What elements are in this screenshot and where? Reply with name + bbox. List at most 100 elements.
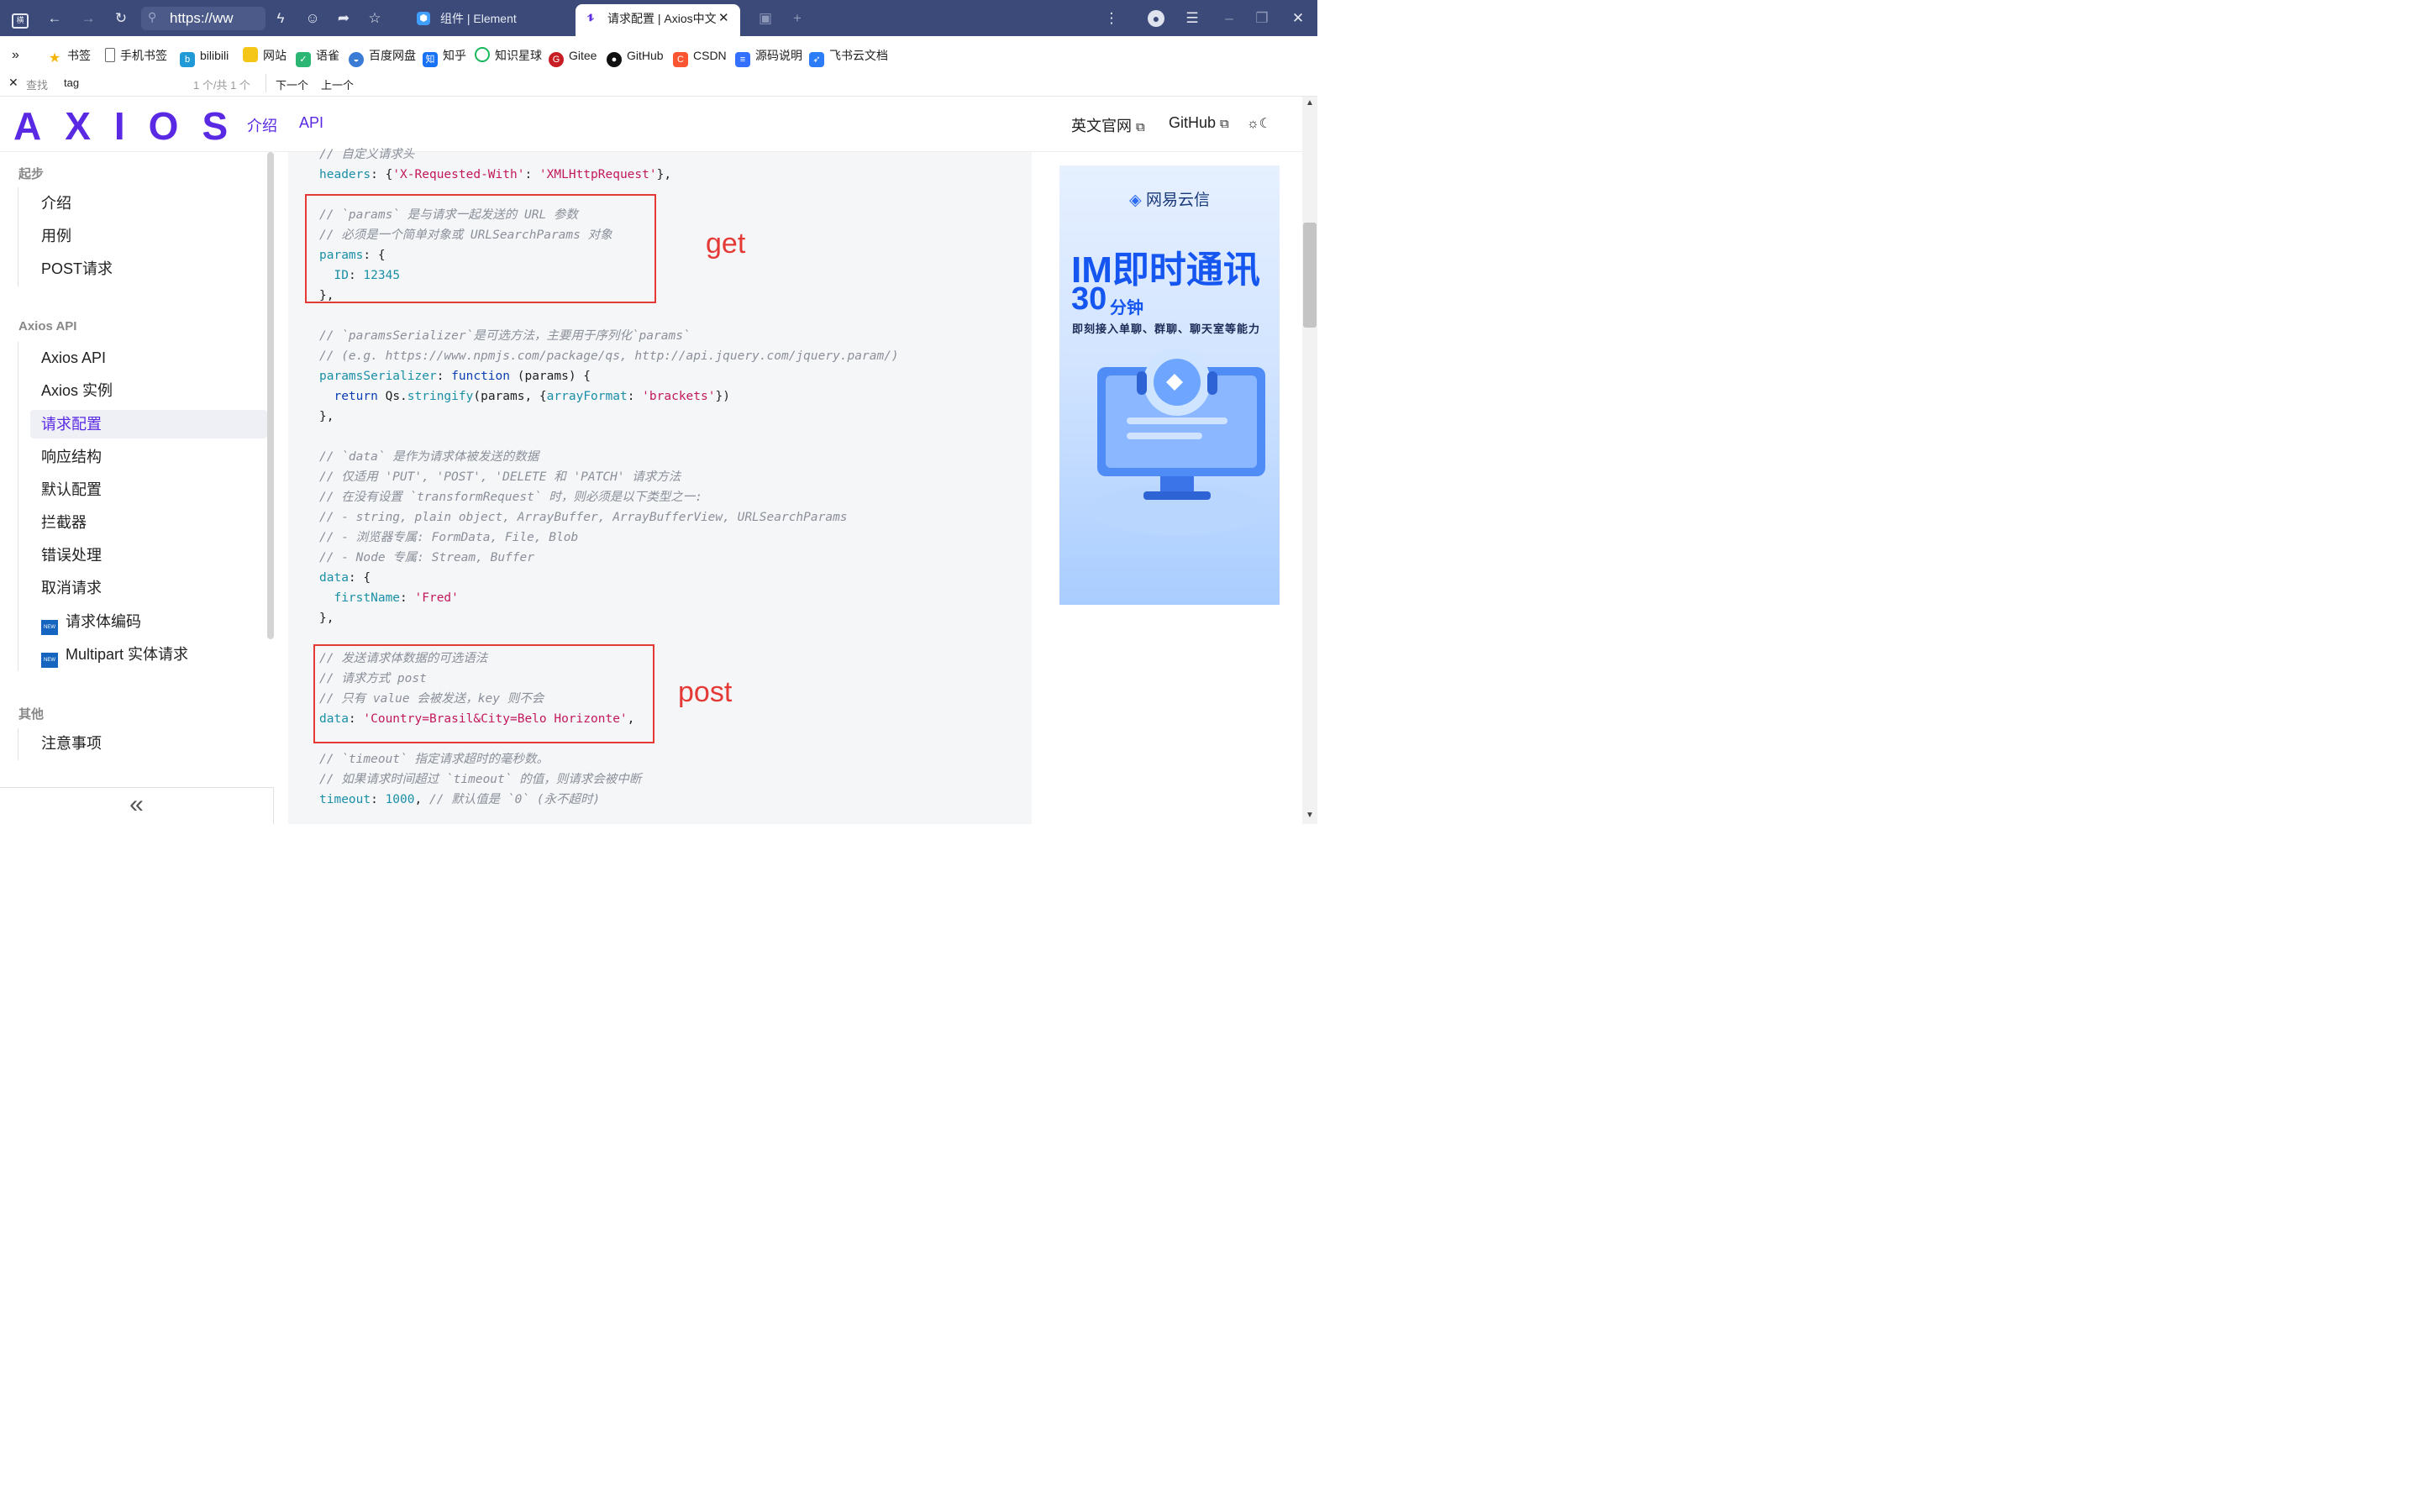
code-token: // 仅适用 'PUT', 'POST', 'DELETE 和 'PATCH' … <box>319 470 681 484</box>
minimize-icon[interactable]: – <box>1219 8 1239 29</box>
sidebar-item-notes[interactable]: 注意事项 <box>30 729 267 758</box>
find-next-button[interactable]: 下一个 <box>276 76 308 92</box>
close-window-icon[interactable]: ✕ <box>1288 8 1308 29</box>
bookmark-item[interactable]: ● GitHub <box>607 47 664 67</box>
code-token: : <box>436 370 452 383</box>
close-tab-icon[interactable]: ✕ <box>718 4 729 33</box>
sidebar-item-axios-instance[interactable]: Axios 实例 <box>30 376 267 405</box>
code-token: : { <box>371 168 393 181</box>
scroll-down-icon[interactable]: ▼ <box>1306 811 1314 820</box>
bookmark-label: bilibili <box>200 49 229 62</box>
sidebar-scrollbar[interactable] <box>267 152 274 639</box>
scroll-up-icon[interactable]: ▲ <box>1306 98 1314 108</box>
browser-menu-icon[interactable]: 横 <box>10 8 30 29</box>
sidebar: 起步 介绍 用例 POST请求 Axios API Axios API Axio… <box>0 152 274 824</box>
lightning-icon[interactable]: ϟ <box>271 8 291 29</box>
sidebar-item-url-encoding[interactable]: NEW 请求体编码 <box>30 607 267 636</box>
code-line: timeout: 1000, // 默认值是 `0` (永不超时) <box>319 791 600 808</box>
baidu-pan-icon: ◒ <box>349 52 364 67</box>
tab-element[interactable]: ⬢ 组件 | Element <box>408 4 573 36</box>
bookmark-item[interactable]: 网站 <box>243 47 286 64</box>
code-token: // 自定义请求头 <box>319 148 415 161</box>
sidebar-item-intro[interactable]: 介绍 <box>30 189 267 218</box>
sidebar-item-handling-errors[interactable]: 错误处理 <box>30 541 267 570</box>
nav-intro-link[interactable]: 介绍 <box>247 114 277 136</box>
github-label: GitHub <box>1169 114 1217 131</box>
sun-icon: ☼ <box>1247 117 1259 131</box>
axios-logo[interactable]: AXIOS <box>13 103 251 149</box>
tab-title: 组件 | Element <box>440 12 517 25</box>
avatar[interactable]: ● <box>1146 8 1166 29</box>
bookmark-item[interactable]: ➶ 飞书云文档 <box>809 47 888 67</box>
sidebar-item-cancellation[interactable]: 取消请求 <box>30 574 267 602</box>
more-icon[interactable]: ⋮ <box>1101 8 1122 29</box>
sidebar-item-post[interactable]: POST请求 <box>30 255 267 283</box>
close-find-icon[interactable]: ✕ <box>8 76 18 90</box>
back-icon[interactable]: ← <box>45 8 65 29</box>
forward-icon[interactable]: → <box>78 8 98 29</box>
sidebar-item-config-defaults[interactable]: 默认配置 <box>30 475 267 504</box>
sidebar-item-label: Multipart 实体请求 <box>66 646 189 663</box>
bookmark-item[interactable]: ◒ 百度网盘 <box>349 47 416 67</box>
code-line: // `paramsSerializer`是可选方法，主要用于序列化`param… <box>319 328 691 344</box>
restore-icon[interactable]: ❐ <box>1252 8 1272 29</box>
new-badge-icon: NEW <box>41 620 58 635</box>
bookmark-star-icon[interactable]: ☆ <box>365 8 385 29</box>
code-token: // - Node 专属: Stream, Buffer <box>319 551 534 564</box>
sidebar-item-interceptors[interactable]: 拦截器 <box>30 508 267 537</box>
star-icon: ★ <box>48 51 61 66</box>
sidebar-item-request-config[interactable]: 请求配置 <box>30 410 267 438</box>
english-site-link[interactable]: 英文官网 ⧉ <box>1071 114 1145 136</box>
bookmark-item[interactable]: G Gitee <box>549 47 597 67</box>
address-bar[interactable]: ⚲ https://ww <box>141 7 265 30</box>
external-link-icon: ⧉ <box>1220 117 1229 131</box>
element-favicon-icon: ⬢ <box>417 12 430 25</box>
sidebar-item-response-schema[interactable]: 响应结构 <box>30 443 267 471</box>
theme-toggle[interactable]: ☼☾ <box>1247 115 1271 132</box>
bookmark-item[interactable]: ≡ 源码说明 <box>735 47 802 67</box>
code-token: return <box>334 390 378 403</box>
find-prev-button[interactable]: 上一个 <box>321 76 354 92</box>
page-scrollbar[interactable]: ▲ ▼ <box>1302 97 1317 824</box>
code-token: 1000 <box>385 793 415 806</box>
github-link[interactable]: GitHub ⧉ <box>1169 114 1229 132</box>
find-input[interactable]: tag 1 个/共 1 个 <box>59 74 266 92</box>
bookmark-item[interactable]: C CSDN <box>673 47 727 67</box>
bookmark-item[interactable]: 知识星球 <box>475 47 542 64</box>
nav-api-link[interactable]: API <box>299 114 323 132</box>
expand-bookmarks-icon[interactable]: » <box>12 47 19 64</box>
sidebar-item-axios-api[interactable]: Axios API <box>30 344 267 372</box>
code-token: 'Fred' <box>414 591 459 605</box>
tab-axios[interactable]: ⥮ 请求配置 | Axios中文 ✕ <box>576 4 740 36</box>
code-token: (params) { <box>510 370 591 383</box>
bookmark-item[interactable]: 知知乎 <box>423 47 466 67</box>
find-count: 1 个/共 1 个 <box>193 79 250 92</box>
menu-icon[interactable]: ☰ <box>1182 8 1202 29</box>
code-token: Qs. <box>377 390 407 403</box>
code-token: // `data` 是作为请求体被发送的数据 <box>319 450 539 464</box>
advertisement-banner[interactable]: ◈ 网易云信 IM即时通讯 30 分钟 即刻接入单聊、群聊、聊天室等能力 <box>1059 165 1280 605</box>
collapse-sidebar-button[interactable]: « <box>0 787 274 824</box>
bookmark-label: 手机书签 <box>120 49 167 62</box>
reload-icon[interactable]: ↻ <box>111 8 131 29</box>
bookmark-item[interactable]: ✓ 语雀 <box>296 47 339 67</box>
bookmark-item[interactable]: ★ 书签 <box>47 47 91 66</box>
share-icon[interactable]: ➦ <box>334 8 354 29</box>
code-line: // `timeout` 指定请求超时的毫秒数。 <box>319 751 549 768</box>
gitee-icon: G <box>549 52 564 67</box>
sidebar-item-multipart[interactable]: NEW Multipart 实体请求 <box>30 640 267 669</box>
sidebar-item-example[interactable]: 用例 <box>30 222 267 250</box>
zhihu-icon: 知 <box>423 52 438 67</box>
extension-icon[interactable]: ☺ <box>302 8 323 29</box>
code-line: }, <box>319 408 334 425</box>
bookmark-item[interactable]: b bilibili <box>180 47 229 67</box>
new-tab-icon[interactable]: + <box>787 8 807 29</box>
bookmark-label: 飞书云文档 <box>829 49 888 62</box>
page-scrollbar-thumb[interactable] <box>1303 223 1317 328</box>
bookmark-item[interactable]: 手机书签 <box>105 47 167 64</box>
english-site-label: 英文官网 <box>1071 118 1132 134</box>
code-line: // `data` 是作为请求体被发送的数据 <box>319 449 539 465</box>
tab-group-icon[interactable]: ▣ <box>755 8 775 29</box>
